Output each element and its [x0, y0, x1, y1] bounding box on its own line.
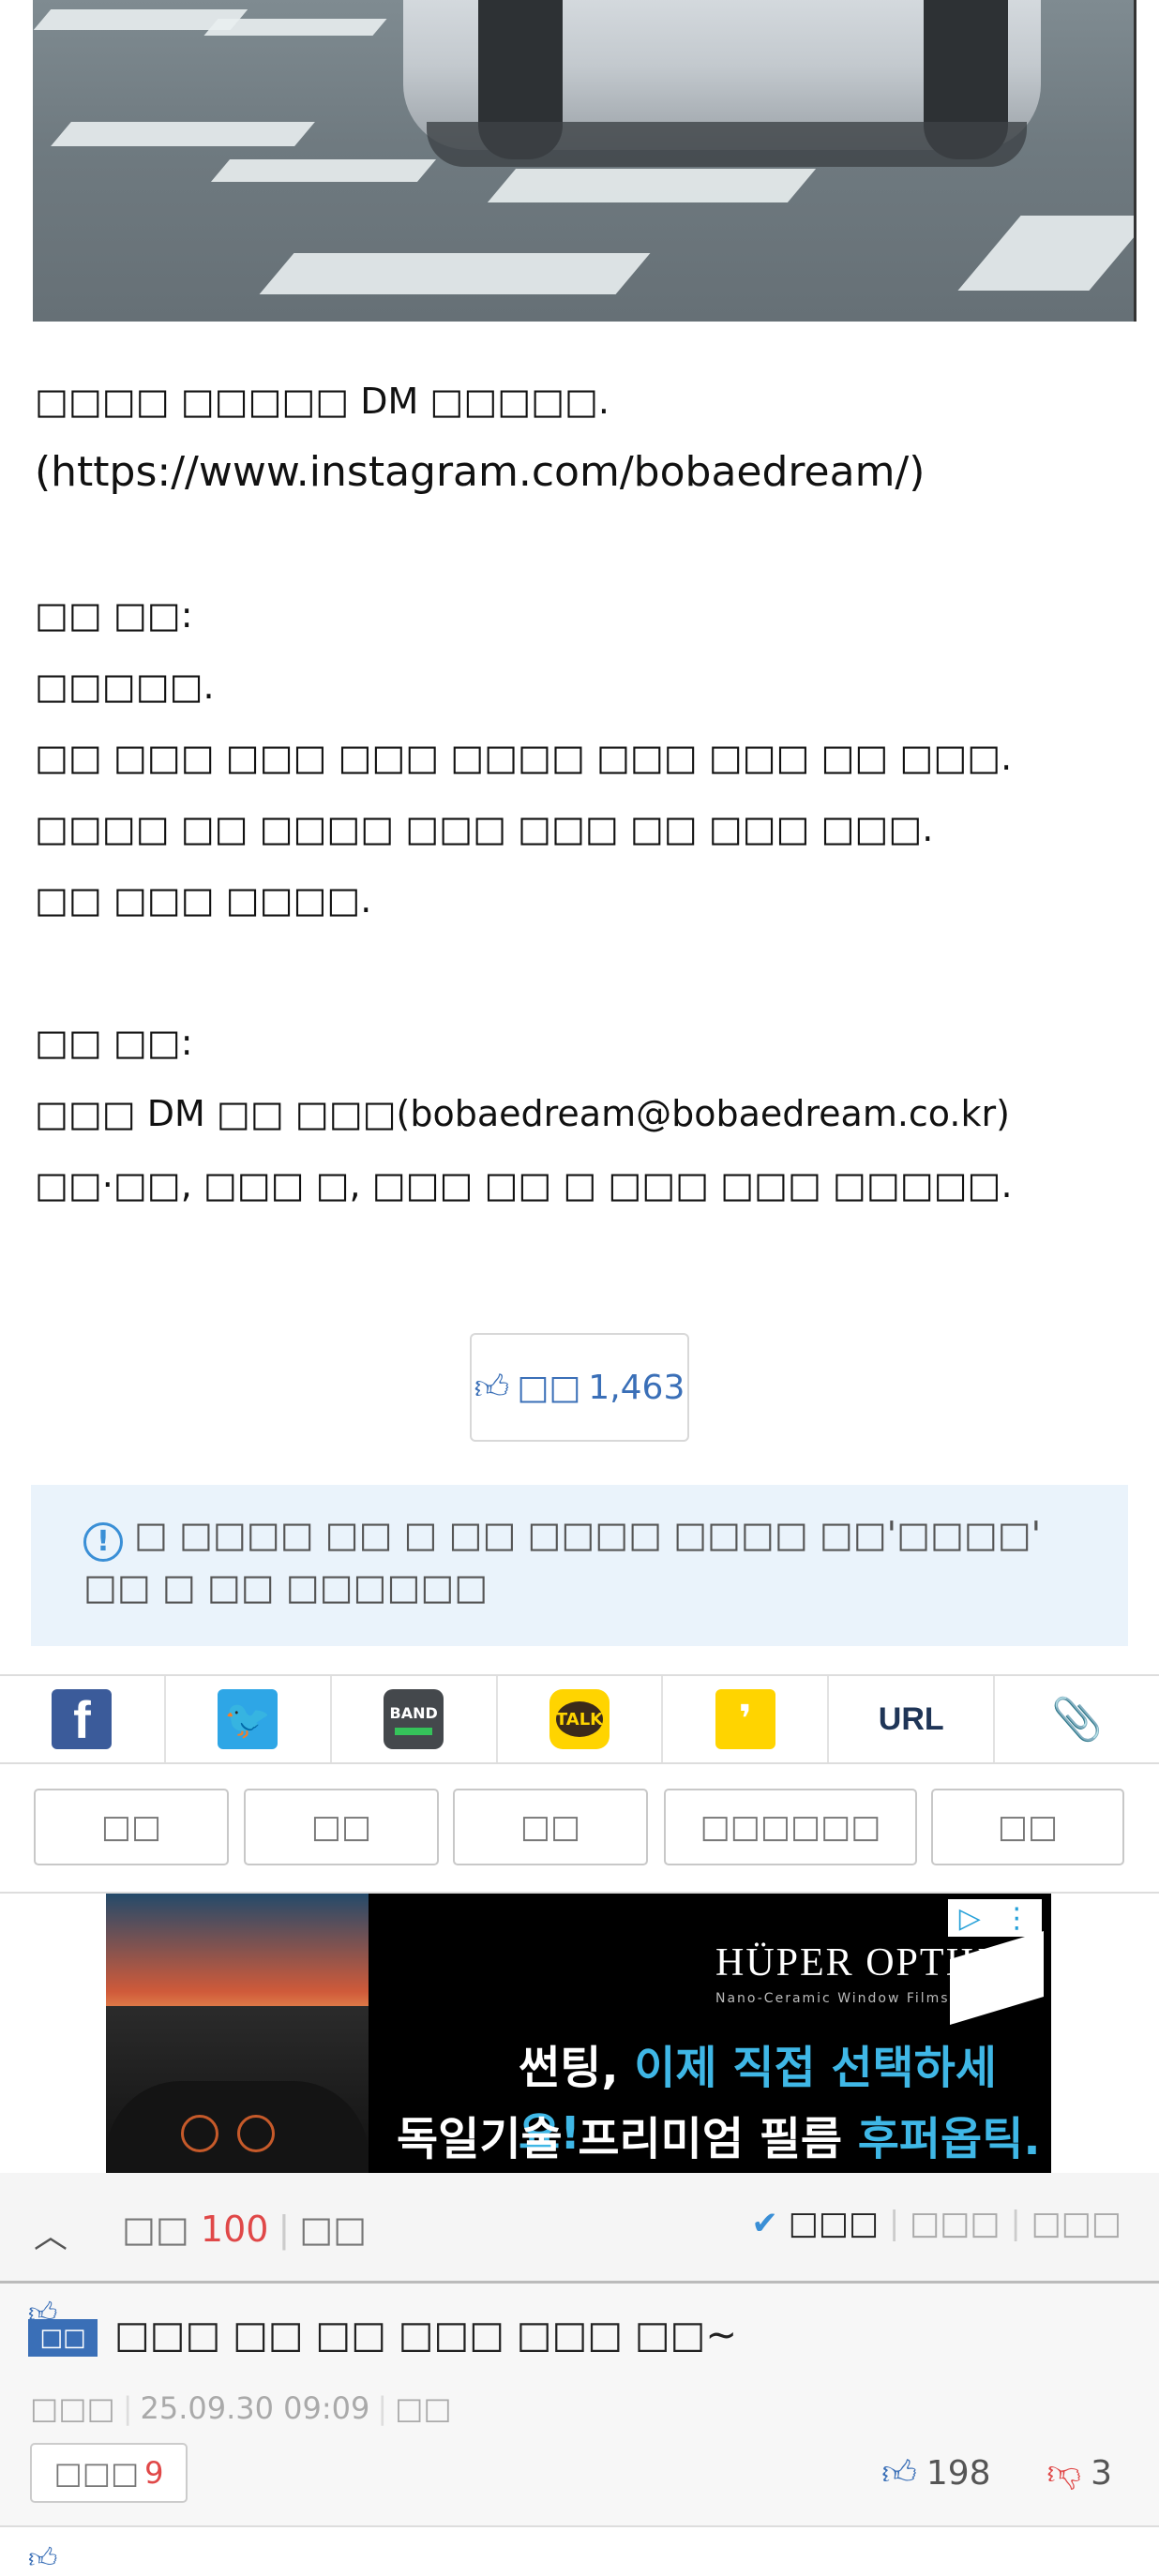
- post-line: □□□□ □□ □□□□ □□□ □□□ □□ □□□ □□□.: [35, 808, 934, 849]
- check-icon: ✔: [751, 2205, 778, 2242]
- thumbs-up-icon: 👍︎: [881, 2454, 917, 2493]
- post-body: □□□□ □□□□□ DM □□□□□. (https://www.instag…: [35, 366, 1132, 1221]
- comment-meta: □□□ | 25.09.30 09:09 | □□: [30, 2390, 452, 2426]
- comment-votes: 👍︎ 198 👎︎ 3: [881, 2452, 1112, 2494]
- post-line: □□ □□:: [35, 1022, 193, 1063]
- post-actions: □□ □□ □□ □□□□□□ □□: [0, 1764, 1159, 1894]
- reply-button[interactable]: □□□ 9: [30, 2443, 188, 2503]
- post-line: □□·□□, □□□ □, □□□ □□ □ □□□ □□□ □□□□□.: [35, 1164, 1013, 1206]
- url-icon: URL: [878, 1700, 944, 1737]
- kakaostory-icon: ❜: [715, 1689, 775, 1749]
- thumbs-up-icon: 👍︎: [28, 2542, 58, 2575]
- recommend-button[interactable]: 👍︎ □□ 1,463: [470, 1333, 689, 1442]
- share-bar: f 🐦 BAND TALK ❜ URL 📎: [0, 1674, 1159, 1764]
- share-twitter-button[interactable]: 🐦: [166, 1676, 332, 1762]
- comment-item: 👍︎ □□ □□□ □□ □□ □□□ □□□ □□~ □□□ | 25.09.30…: [0, 2284, 1159, 2527]
- comment-text: □□□ □□ □□ □□□ □□□ □□~: [114, 2314, 737, 2357]
- share-kakaostory-button[interactable]: ❜: [663, 1676, 830, 1762]
- post-line: □□□□□.: [35, 666, 215, 707]
- comments-header: ︿ □□ 100 | □□ ✔ □□□ | □□□ | □□□: [0, 2173, 1159, 2284]
- post-line-blank: [35, 508, 1132, 579]
- best-comment-badge: 👍︎ □□: [28, 2297, 98, 2357]
- ad-brand: HÜPER OPTIK®: [715, 1941, 1023, 1984]
- post-image: [33, 0, 1136, 322]
- thumbs-down-icon: 👎︎: [1046, 2454, 1082, 2493]
- collapse-chevron-icon[interactable]: ︿: [34, 2209, 68, 2257]
- kakaotalk-icon: TALK: [549, 1689, 610, 1749]
- clip-button[interactable]: 📎: [995, 1676, 1159, 1762]
- sort-option-3[interactable]: □□□: [1031, 2205, 1121, 2242]
- ad-banner[interactable]: HÜPER OPTIK® Nano-Ceramic Window Films 썬…: [106, 1894, 1051, 2173]
- action-button-4[interactable]: □□□□□□: [664, 1789, 917, 1865]
- comment-extra[interactable]: □□: [299, 2209, 367, 2250]
- sort-option-2[interactable]: □□□: [910, 2205, 1000, 2242]
- band-icon: BAND: [384, 1689, 444, 1749]
- notice-text: □ □□□□ □□ □ □□ □□□□ □□□□ □□'□□□□' □□ □ □…: [83, 1514, 1042, 1608]
- post-line: □□ □□□ □□□ □□□ □□□□ □□□ □□□ □□ □□□.: [35, 737, 1013, 778]
- share-kakaotalk-button[interactable]: TALK: [498, 1676, 664, 1762]
- comment-datetime: 25.09.30 09:09: [140, 2390, 370, 2426]
- instagram-link[interactable]: (https://www.instagram.com/bobaedream/): [35, 437, 1132, 508]
- comment-author[interactable]: □□□: [30, 2390, 115, 2426]
- comment-count: □□ 100 | □□: [122, 2209, 368, 2250]
- recommend-count: 1,463: [588, 1368, 685, 1407]
- action-button-2[interactable]: □□: [244, 1789, 439, 1865]
- ad-choices[interactable]: ▷ ⋮: [948, 1899, 1042, 1937]
- twitter-icon: 🐦: [218, 1689, 278, 1749]
- sort-option-1[interactable]: □□□: [789, 2205, 879, 2242]
- gauge-icon: [181, 2115, 218, 2152]
- post-line: □□□□ □□□□□ DM □□□□□.: [35, 381, 610, 422]
- facebook-icon: f: [52, 1689, 113, 1749]
- share-facebook-button[interactable]: f: [0, 1676, 166, 1762]
- ad-headline-2: 독일기술 프리미엄 필름 후퍼옵틱.: [397, 2113, 1041, 2165]
- share-band-button[interactable]: BAND: [332, 1676, 498, 1762]
- ad-subtitle: Nano-Ceramic Window Films: [715, 1991, 950, 2006]
- post-line: □□□ DM □□ □□□(bobaedream@bobaedream.co.k…: [35, 1093, 1010, 1134]
- comment-action[interactable]: □□: [395, 2390, 451, 2426]
- comment-like-button[interactable]: 👍︎ 198: [881, 2452, 990, 2494]
- recommend-label: □□: [517, 1368, 581, 1407]
- action-button-1[interactable]: □□: [34, 1789, 229, 1865]
- action-button-5[interactable]: □□: [931, 1789, 1124, 1865]
- action-button-3[interactable]: □□: [453, 1789, 648, 1865]
- more-vertical-icon[interactable]: ⋮: [1002, 1902, 1031, 1935]
- comment-sort: ✔ □□□ | □□□ | □□□: [751, 2205, 1121, 2242]
- paperclip-icon: 📎: [1051, 1696, 1103, 1744]
- notice-box: ! □ □□□□ □□ □ □□ □□□□ □□□□ □□'□□□□' □□ □ …: [31, 1485, 1128, 1646]
- post-line-blank: [35, 936, 1132, 1007]
- comment-dislike-button[interactable]: 👎︎ 3: [1047, 2452, 1112, 2494]
- info-icon: !: [83, 1522, 123, 1562]
- adchoices-icon[interactable]: ▷: [959, 1902, 981, 1935]
- copy-url-button[interactable]: URL: [829, 1676, 996, 1762]
- post-line: □□ □□:: [35, 594, 193, 636]
- gauge-icon: [237, 2115, 275, 2152]
- post-line: □□ □□□ □□□□.: [35, 879, 372, 921]
- thumbs-up-icon: 👍︎: [474, 1369, 510, 1407]
